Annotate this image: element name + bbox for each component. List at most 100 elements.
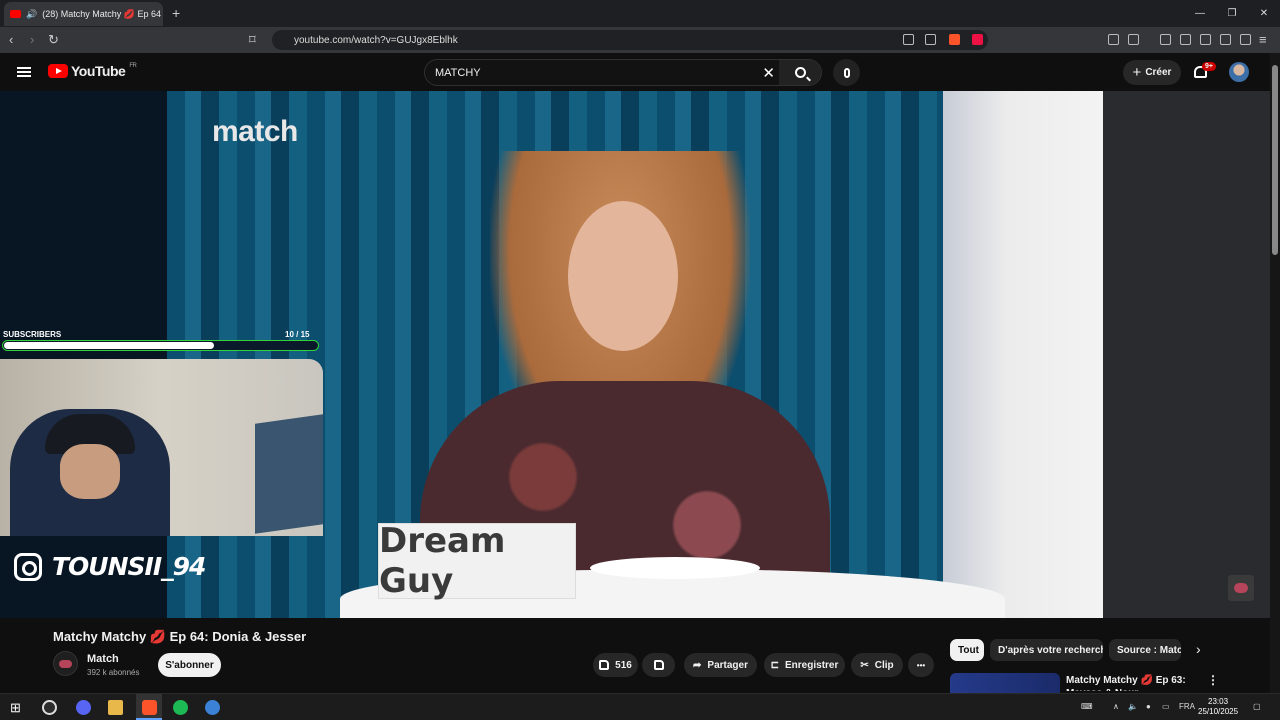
extensions-icon[interactable] xyxy=(1108,34,1119,45)
video-player[interactable]: match Dream Guy SUBSCRIBERS 10 / 15 TOUN… xyxy=(0,91,1270,618)
brave-browser-icon xyxy=(142,700,157,715)
plus-icon: + xyxy=(1132,64,1142,81)
wallet-icon[interactable] xyxy=(1200,34,1211,45)
share-label: Partager xyxy=(707,659,748,671)
brave-rewards-icon[interactable] xyxy=(972,34,983,45)
browser-tab-strip: 🔊 (28) Matchy Matchy 💋 Ep 64 ✕ + — ❐ ✕ xyxy=(0,0,1280,27)
menu-icon[interactable]: ≡ xyxy=(1259,32,1267,47)
player-left-panel xyxy=(0,91,167,618)
search-box[interactable]: MATCHY ✕ xyxy=(424,59,822,86)
thumbs-up-icon xyxy=(599,660,610,670)
webcam-face xyxy=(60,444,120,499)
subject-face xyxy=(568,201,678,351)
recommended-video-title[interactable]: Matchy Matchy 💋 Ep 63: Mayssa & Nour xyxy=(1066,674,1186,691)
notification-center-icon[interactable]: ▢ xyxy=(1253,702,1261,711)
chip-all[interactable]: Tout xyxy=(950,639,984,661)
more-icon: ••• xyxy=(916,660,926,670)
region-code: FR xyxy=(129,63,137,69)
recommended-video-menu-icon[interactable]: ⋮ xyxy=(1207,673,1219,687)
media-icon[interactable] xyxy=(1160,34,1171,45)
bookmark-save-icon: ⊏ xyxy=(770,659,780,671)
instagram-icon xyxy=(14,552,42,581)
clear-search-icon[interactable]: ✕ xyxy=(762,64,775,82)
bookmark-icon[interactable]: ⌑ xyxy=(249,32,256,48)
leo-ai-icon[interactable] xyxy=(1220,34,1231,45)
app-icon[interactable] xyxy=(205,700,220,715)
instagram-overlay: TOUNSII_94 xyxy=(14,552,206,581)
clock[interactable]: 23:03 25/10/2025 xyxy=(1198,697,1238,717)
reload-icon[interactable]: ↻ xyxy=(48,32,59,48)
keyboard-icon[interactable]: ⌨ xyxy=(1081,702,1093,711)
subscribe-button[interactable]: S'abonner xyxy=(158,653,221,677)
network-icon[interactable]: ▭ xyxy=(1162,702,1170,711)
language-indicator[interactable]: FRA xyxy=(1179,702,1195,711)
share-icon[interactable] xyxy=(925,34,936,45)
youtube-play-icon xyxy=(48,64,68,78)
restore-icon[interactable]: ❐ xyxy=(1216,0,1248,27)
search-button[interactable] xyxy=(779,60,821,85)
browser-tab[interactable]: 🔊 (28) Matchy Matchy 💋 Ep 64 ✕ xyxy=(4,2,163,26)
clock-date: 25/10/2025 xyxy=(1198,707,1239,716)
search-icon xyxy=(794,67,806,78)
scissors-icon: ✂ xyxy=(860,659,869,671)
scrollbar-thumb[interactable] xyxy=(1272,65,1278,255)
audio-icon[interactable]: 🔊 xyxy=(26,9,37,20)
windows-start-icon[interactable]: ⊞ xyxy=(10,700,21,716)
discord-icon[interactable] xyxy=(76,700,91,715)
chip-source[interactable]: Source : Match xyxy=(1109,639,1181,661)
video-plate xyxy=(590,557,760,579)
youtube-favicon-icon xyxy=(10,10,21,18)
brave-shield-icon[interactable] xyxy=(949,34,960,45)
channel-avatar[interactable] xyxy=(53,651,78,676)
cast-icon[interactable] xyxy=(903,34,914,45)
mic-tray-icon[interactable]: ● xyxy=(1146,702,1151,711)
minimize-icon[interactable]: — xyxy=(1184,0,1216,27)
youtube-logo-text: YouTube xyxy=(71,63,126,79)
sidebar-icon[interactable] xyxy=(1180,34,1191,45)
show-logo: match xyxy=(212,115,298,148)
channel-watermark-icon[interactable] xyxy=(1228,575,1254,601)
tab-title: (28) Matchy Matchy 💋 Ep 64 xyxy=(42,8,161,19)
chip-from-search[interactable]: D'après votre recherche xyxy=(990,639,1103,661)
dislike-button[interactable] xyxy=(642,653,675,677)
create-button[interactable]: + Créer xyxy=(1123,60,1181,85)
vpn-icon[interactable] xyxy=(1240,34,1251,45)
webcam-monitor xyxy=(255,414,323,534)
account-avatar[interactable] xyxy=(1229,62,1249,82)
back-icon[interactable]: ‹ xyxy=(9,32,13,47)
voice-search-button[interactable] xyxy=(833,59,860,86)
window-close-icon[interactable]: ✕ xyxy=(1248,0,1280,27)
clock-time: 23:03 xyxy=(1208,697,1229,706)
obs-icon[interactable] xyxy=(42,700,57,715)
recommended-video-thumbnail[interactable] xyxy=(950,673,1060,695)
forward-icon[interactable]: › xyxy=(30,32,34,47)
youtube-header: YouTube FR MATCHY ✕ + Créer 9+ xyxy=(0,53,1280,91)
save-label: Enregistrer xyxy=(785,659,839,671)
save-button[interactable]: ⊏ Enregistrer xyxy=(764,653,845,677)
like-count: 516 xyxy=(615,659,632,671)
player-right-panel xyxy=(1103,91,1270,618)
more-actions-button[interactable]: ••• xyxy=(908,653,934,677)
clip-button[interactable]: ✂ Clip xyxy=(851,653,903,677)
youtube-logo[interactable]: YouTube FR xyxy=(48,63,137,79)
address-bar[interactable]: youtube.com/watch?v=GUJgx8Eblhk xyxy=(272,30,988,50)
chips-next-icon[interactable]: › xyxy=(1196,641,1201,657)
page-scrollbar[interactable] xyxy=(1270,53,1280,693)
search-input[interactable]: MATCHY xyxy=(435,67,481,79)
new-tab-icon[interactable]: + xyxy=(172,5,180,21)
volume-icon[interactable]: 🔈 xyxy=(1128,702,1138,711)
taskbar-active-app[interactable] xyxy=(136,694,162,720)
hamburger-menu-icon[interactable] xyxy=(17,67,31,77)
subscribers-goal-label: SUBSCRIBERS xyxy=(3,330,62,339)
share-button[interactable]: ➦ Partager xyxy=(684,653,757,677)
screenshot-icon[interactable] xyxy=(1128,34,1139,45)
channel-name[interactable]: Match xyxy=(87,653,119,665)
tray-expand-icon[interactable]: ∧ xyxy=(1113,702,1119,711)
file-explorer-icon[interactable] xyxy=(108,700,123,715)
video-frame-wall xyxy=(943,91,1103,618)
share-arrow-icon: ➦ xyxy=(693,659,702,671)
like-button[interactable]: 516 xyxy=(593,653,638,677)
spotify-icon[interactable] xyxy=(173,700,188,715)
clip-label: Clip xyxy=(874,659,894,671)
streamer-webcam xyxy=(0,359,323,536)
